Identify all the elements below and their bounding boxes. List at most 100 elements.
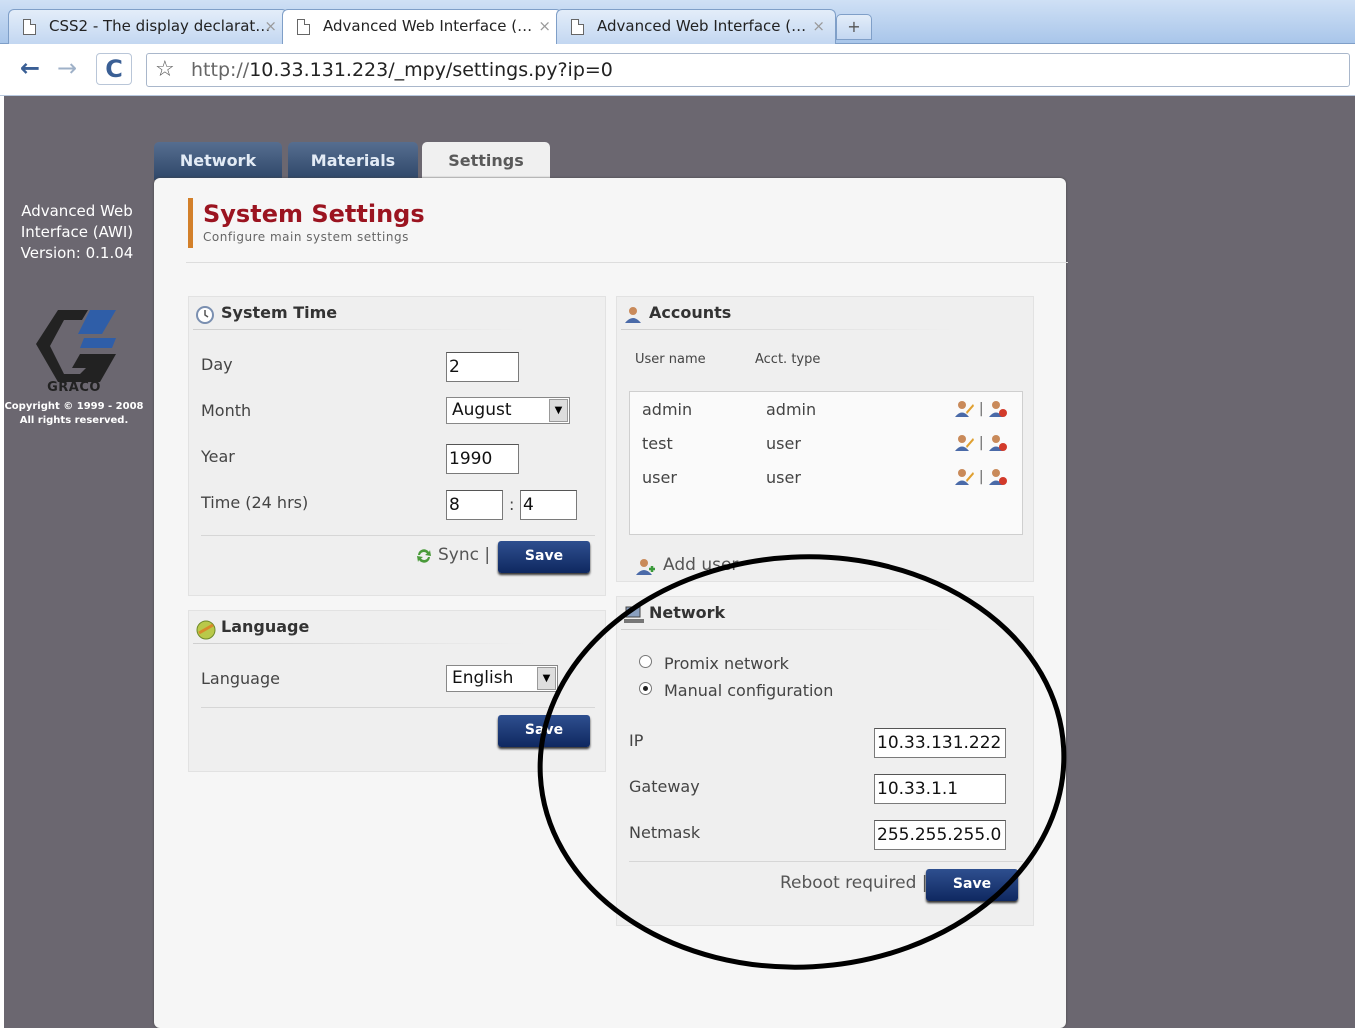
network-section: Network Promix network Manual configurat… [616,596,1034,926]
netmask-input[interactable]: 255.255.255.0 [874,820,1006,850]
minute-input[interactable]: 4 [520,490,577,520]
radio-manual-configuration[interactable] [639,682,652,695]
close-tab-icon[interactable]: × [812,10,825,43]
app-name-line1: Advanced Web [21,202,133,220]
year-label: Year [201,447,235,466]
browser-tab-title: CSS2 - The display declarat… [49,17,271,35]
system-time-save-button[interactable]: Save [498,541,590,573]
address-bar[interactable]: ☆ http://10.33.131.223/_mpy/settings.py?… [146,53,1350,87]
forward-button[interactable]: → [52,53,82,85]
section-divider [629,861,1023,862]
radio-promix-network[interactable] [639,655,652,668]
month-label: Month [201,401,252,420]
delete-user-icon[interactable] [988,434,1008,452]
ip-input[interactable]: 10.33.131.222 [874,728,1006,758]
section-divider [193,643,526,644]
section-title: Language [221,617,310,636]
new-tab-button[interactable]: + [836,14,872,40]
url-text[interactable]: http://10.33.131.223/_mpy/settings.py?ip… [191,54,613,86]
col-header-user: User name [635,352,706,367]
account-type: admin [766,400,817,419]
browser-toolbar: ← → C ☆ http://10.33.131.223/_mpy/settin… [0,44,1355,96]
section-divider [193,329,526,330]
gateway-input[interactable]: 10.33.1.1 [874,774,1006,804]
manual-configuration-label[interactable]: Manual configuration [664,681,833,700]
edit-user-icon[interactable] [954,468,975,486]
dropdown-arrow-icon[interactable]: ▼ [549,399,568,422]
accounts-table: admin admin | test user | user user | [629,391,1023,535]
col-header-type: Acct. type [755,352,821,367]
browser-tab-awi-active[interactable]: Advanced Web Interface (… × [282,9,562,45]
add-user-icon[interactable] [635,557,655,577]
edit-user-icon[interactable] [954,434,975,452]
delete-user-icon[interactable] [988,400,1008,418]
app-version: Version: 0.1.04 [20,244,134,262]
network-save-button[interactable]: Save [926,869,1018,901]
section-divider [621,329,954,330]
app-info: Advanced Web Interface (AWI) Version: 0.… [4,201,150,264]
edit-user-icon[interactable] [954,400,975,418]
page-title: System Settings [203,200,425,228]
tab-materials[interactable]: Materials [288,142,418,180]
time-separator: : [509,495,515,514]
document-icon [571,19,584,35]
section-title: Network [649,603,726,622]
close-tab-icon[interactable]: × [538,10,551,43]
tab-network[interactable]: Network [154,142,282,180]
promix-network-label[interactable]: Promix network [664,654,789,673]
day-input[interactable]: 2 [446,352,519,382]
language-section: Language Language English ▼ Save [188,610,606,772]
document-icon [297,19,310,35]
reload-button[interactable]: C [96,53,132,85]
tab-settings[interactable]: Settings [422,142,550,182]
day-label: Day [201,355,233,374]
copyright-text: Copyright © 1999 - 2008 All rights reser… [4,400,144,428]
account-user: test [642,434,673,453]
table-row: test user | [630,428,1022,462]
row-actions: | [954,400,1008,418]
close-tab-icon[interactable]: × [264,10,277,43]
time-label: Time (24 hrs) [201,493,309,512]
action-separator: | [978,469,984,485]
sync-link[interactable]: Sync | [438,545,490,565]
app-name-line2: Interface (AWI) [20,223,134,241]
browser-tab-awi[interactable]: Advanced Web Interface (… × [556,9,836,44]
copyright-line2: All rights reserved. [19,415,129,426]
browser-tabstrip: CSS2 - The display declarat… × Advanced … [0,0,1355,45]
browser-tab-title: Advanced Web Interface (… [323,17,533,35]
copyright-line1: Copyright © 1999 - 2008 [4,401,144,412]
account-user: admin [642,400,693,419]
page-header: System Settings Configure main system se… [188,198,425,248]
language-save-button[interactable]: Save [498,715,590,747]
page-content: Advanced Web Interface (AWI) Version: 0.… [4,96,1355,1028]
bookmark-star-icon[interactable]: ☆ [155,54,175,86]
accounts-section: Accounts User name Acct. type admin admi… [616,296,1034,582]
row-actions: | [954,468,1008,486]
ip-label: IP [629,731,644,750]
back-button[interactable]: ← [12,53,48,85]
url-protocol: http:// [191,59,250,81]
row-actions: | [954,434,1008,452]
language-select[interactable]: English ▼ [446,665,558,692]
section-divider [621,629,954,630]
account-user: user [642,468,677,487]
section-title: Accounts [649,303,732,322]
system-time-section: System Time Day 2 Month August ▼ Year 19… [188,296,606,596]
settings-panel: System Settings Configure main system se… [154,178,1068,1028]
account-type: user [766,468,801,487]
gateway-label: Gateway [629,777,700,796]
logo-wordmark: GRACO [47,380,101,395]
month-value: August [452,400,512,420]
hour-input[interactable]: 8 [446,490,503,520]
section-title: System Time [221,303,338,322]
month-select[interactable]: August ▼ [446,397,570,424]
browser-tab-css2[interactable]: CSS2 - The display declarat… × [8,9,288,44]
language-label: Language [201,669,280,688]
sync-icon[interactable] [415,547,433,565]
year-input[interactable]: 1990 [446,444,519,474]
dropdown-arrow-icon[interactable]: ▼ [537,667,556,690]
add-user-link[interactable]: Add user [663,555,738,575]
action-separator: | [978,401,984,417]
delete-user-icon[interactable] [988,468,1008,486]
language-value: English [452,668,514,688]
